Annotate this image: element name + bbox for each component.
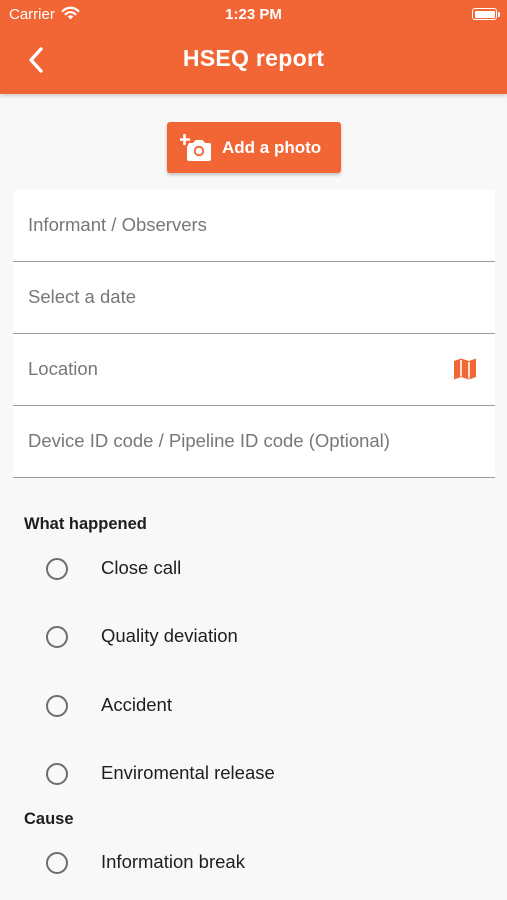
battery-tip bbox=[498, 12, 500, 17]
radio-label: Quality deviation bbox=[101, 625, 238, 646]
app-header: Carrier 1:23 PM HSEQ report bbox=[0, 0, 507, 94]
radio-quality-deviation[interactable]: Quality deviation bbox=[0, 612, 507, 662]
radio-label: Information break bbox=[101, 851, 245, 872]
add-camera-icon bbox=[180, 133, 211, 161]
radio-circle[interactable] bbox=[46, 558, 68, 580]
radio-circle[interactable] bbox=[46, 852, 68, 874]
radio-circle[interactable] bbox=[46, 626, 68, 648]
page-title: HSEQ report bbox=[182, 45, 325, 71]
location-field[interactable]: Location bbox=[13, 334, 495, 406]
status-bar: Carrier 1:23 PM bbox=[0, 0, 507, 28]
radio-information-break[interactable]: Information break bbox=[0, 838, 507, 888]
date-placeholder: Select a date bbox=[28, 286, 136, 307]
radio-enviromental-release[interactable]: Enviromental release bbox=[0, 749, 507, 799]
add-photo-label: Add a photo bbox=[222, 137, 322, 157]
device-id-field[interactable]: Device ID code / Pipeline ID code (Optio… bbox=[13, 406, 495, 478]
radio-circle[interactable] bbox=[46, 695, 68, 717]
map-icon[interactable] bbox=[453, 357, 477, 386]
radio-label: Close call bbox=[101, 557, 182, 578]
location-placeholder: Location bbox=[28, 358, 98, 379]
informant-field[interactable]: Informant / Observers bbox=[13, 190, 495, 262]
radio-circle[interactable] bbox=[46, 763, 68, 785]
clock: 1:23 PM bbox=[225, 6, 282, 23]
what-happened-heading: What happened bbox=[24, 515, 147, 533]
date-field[interactable]: Select a date bbox=[13, 262, 495, 334]
informant-placeholder: Informant / Observers bbox=[28, 214, 207, 235]
radio-accident[interactable]: Accident bbox=[0, 681, 507, 731]
report-form: Informant / Observers Select a date Loca… bbox=[13, 190, 495, 478]
radio-label: Enviromental release bbox=[101, 762, 275, 783]
radio-label: Accident bbox=[101, 694, 172, 715]
cause-heading: Cause bbox=[24, 810, 74, 828]
add-photo-button[interactable]: Add a photo bbox=[167, 122, 341, 173]
radio-close-call[interactable]: Close call bbox=[0, 544, 507, 594]
device-id-placeholder: Device ID code / Pipeline ID code (Optio… bbox=[28, 430, 390, 451]
battery-icon bbox=[472, 8, 497, 20]
